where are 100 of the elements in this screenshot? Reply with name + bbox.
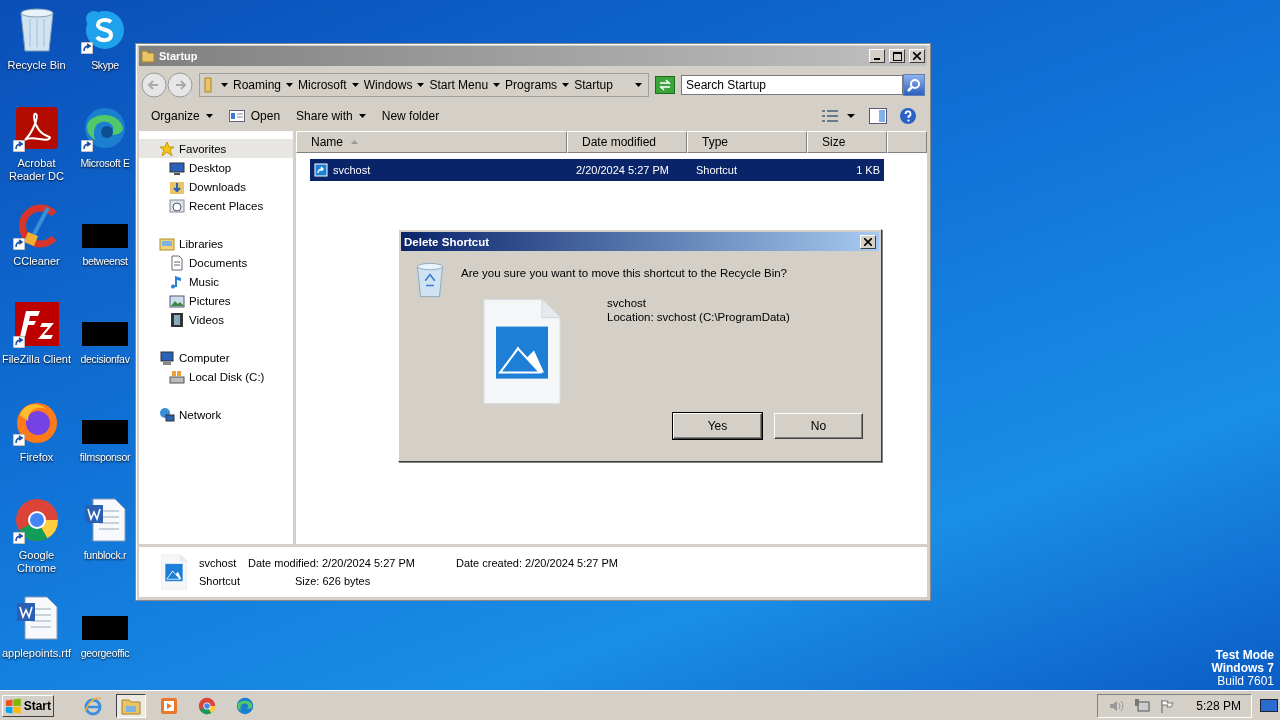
type-cell-text: Shortcut: [695, 164, 738, 176]
caret-icon: [562, 83, 570, 87]
icon-label: georgeoffic: [80, 647, 130, 660]
caret-icon: [417, 83, 425, 87]
close-button[interactable]: [909, 49, 925, 63]
nav-item[interactable]: Downloads: [139, 177, 293, 196]
windows-flag-icon: [5, 697, 22, 714]
network-icon[interactable]: [1134, 698, 1151, 713]
toolbar-button[interactable]: Open: [222, 106, 287, 126]
shortcut-arrow-icon: [12, 434, 25, 446]
caret-icon: [221, 83, 228, 87]
close-icon: [864, 237, 872, 246]
icon-label: Skype: [91, 59, 119, 72]
minimize-button[interactable]: [869, 49, 885, 63]
picture-file-icon: [161, 553, 187, 591]
dialog-button[interactable]: No: [774, 413, 863, 439]
toolbar-button[interactable]: Share with: [290, 106, 372, 126]
caret-icon: [351, 83, 359, 87]
shortcut-arrow-icon: [12, 532, 25, 544]
nav-item[interactable]: Computer: [139, 348, 293, 367]
breadcrumb-item[interactable]: Windows: [363, 78, 413, 92]
caret-icon: [493, 83, 501, 87]
breadcrumb-item[interactable]: Roaming: [233, 78, 282, 92]
size-cell-text: 1 KB: [855, 164, 881, 176]
window-title: Startup: [159, 50, 199, 62]
nav-item[interactable]: Recent Places: [139, 196, 293, 215]
breadcrumb-item[interactable]: Startup: [574, 78, 613, 92]
start-button[interactable]: Start: [2, 694, 54, 717]
round-browser-icon: [198, 696, 216, 715]
shortcut-arrow-icon: [12, 238, 25, 250]
close-icon: [913, 52, 921, 60]
nav-item[interactable]: Music: [139, 272, 293, 291]
file-name: svchost: [333, 164, 371, 176]
help-icon[interactable]: [899, 107, 917, 125]
toolbar-button[interactable]: New folder: [375, 106, 446, 126]
icon-label: Acrobat Reader DC: [8, 157, 65, 183]
computer-icon: [159, 349, 175, 366]
shortcut-arrow-icon: [81, 140, 93, 152]
nav-item[interactable]: Network: [139, 405, 293, 424]
nav-item[interactable]: Videos: [139, 310, 293, 329]
column-header[interactable]: Name: [296, 131, 567, 153]
window-icon: [228, 110, 245, 122]
document-icon: [169, 254, 185, 271]
breadcrumb-item[interactable]: Start Menu: [429, 78, 489, 92]
detail-type: Shortcut: [199, 575, 240, 587]
sort-arrow-icon: [351, 140, 358, 144]
search-field[interactable]: Search Startup: [681, 75, 903, 95]
folder-icon: [141, 49, 155, 63]
detail-field: Date created: 2/20/2024 5:27 PM: [455, 557, 619, 569]
detail-name: svchost: [199, 557, 238, 569]
file-row[interactable]: svchost 2/20/2024 5:27 PM Shortcut 1 KB: [310, 159, 884, 181]
shortcut-arrow-icon: [12, 336, 25, 348]
star-icon: [159, 140, 175, 157]
icon-label: filmsponsor: [79, 451, 131, 464]
folder-icon: [121, 696, 141, 715]
maximize-button[interactable]: [889, 49, 905, 63]
column-header[interactable]: Date modified: [567, 131, 687, 153]
recycle-bin-icon: [415, 261, 445, 299]
dialog-button[interactable]: Yes: [673, 413, 762, 439]
icon-label: CCleaner: [13, 255, 60, 268]
picture-file-icon: [483, 297, 561, 407]
toolbar-button[interactable]: Organize: [145, 106, 219, 126]
date-cell-text: 2/20/2024 5:27 PM: [575, 164, 670, 176]
icon-label: applepoints.rtf: [1, 647, 72, 660]
file-location: Location: svchost (C:\ProgramData): [607, 311, 791, 323]
address-bar[interactable]: Roaming Microsoft Windows Start Menu Programs Startup: [199, 73, 649, 97]
picture-icon: [169, 292, 185, 309]
detail-field: Date modified: 2/20/2024 5:27 PM: [247, 557, 448, 569]
caret-icon: [286, 83, 294, 87]
network-icon: [159, 406, 175, 423]
clock: 5:28 PM: [1196, 698, 1241, 713]
icon-label: betweenst: [82, 255, 128, 268]
nav-item[interactable]: Documents: [139, 253, 293, 272]
breadcrumb-item[interactable]: Programs: [505, 78, 558, 92]
nav-item[interactable]: Local Disk (C:): [139, 367, 293, 386]
nav-item[interactable]: Favorites: [139, 139, 293, 158]
file-name: svchost: [607, 297, 647, 309]
shortcut-file-icon: [314, 163, 328, 177]
clock-folder-icon: [169, 197, 185, 214]
flag-icon[interactable]: [1160, 698, 1175, 713]
nav-item[interactable]: Desktop: [139, 158, 293, 177]
system-text: Windows 7: [1211, 662, 1274, 675]
refresh-button[interactable]: [655, 76, 675, 94]
search-button[interactable]: [903, 74, 925, 96]
taskbar-app[interactable]: [116, 693, 146, 718]
icon-label: Google Chrome: [15, 549, 58, 575]
close-button[interactable]: [860, 234, 876, 249]
caret-icon: [205, 114, 213, 118]
icon-label: funblock.r: [83, 549, 127, 562]
preview-pane-button[interactable]: [869, 108, 887, 124]
column-header[interactable]: Type: [687, 131, 807, 153]
breadcrumb-item[interactable]: Microsoft: [298, 78, 347, 92]
nav-item[interactable]: Libraries: [139, 234, 293, 253]
dropdown-caret-icon: [635, 83, 642, 87]
column-header[interactable]: Size: [807, 131, 887, 153]
icon-label: Recycle Bin: [7, 59, 66, 72]
caret-icon: [358, 114, 366, 118]
show-desktop-icon[interactable]: [1260, 697, 1278, 714]
disk-drive-icon: [169, 368, 185, 385]
nav-item[interactable]: Pictures: [139, 291, 293, 310]
